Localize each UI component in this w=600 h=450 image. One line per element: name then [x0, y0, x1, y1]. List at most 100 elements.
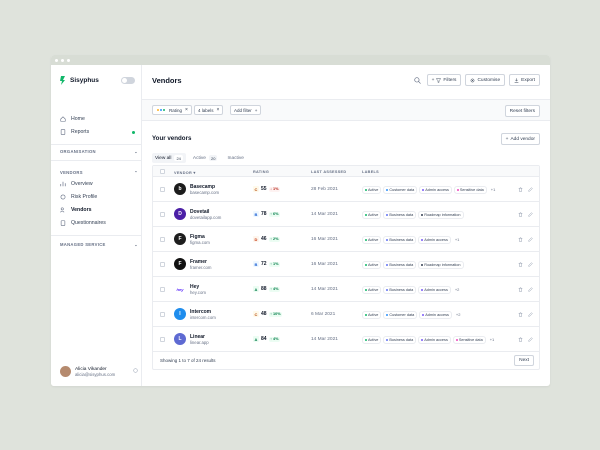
- user-profile[interactable]: Alicia Vikander alicia@sisyphus.com: [60, 366, 138, 377]
- trash-icon[interactable]: [518, 312, 523, 317]
- table-row[interactable]: hey Hey hey.com A 88 ↑ 4% 14 Mar 2021 Active Bus…: [153, 277, 539, 302]
- tab-view-all[interactable]: View all 24: [152, 153, 186, 163]
- row-checkbox[interactable]: [160, 237, 165, 242]
- tab-inactive[interactable]: Inactive: [224, 153, 247, 163]
- tab-active[interactable]: Active 20: [190, 153, 221, 163]
- sidebar-item-risk-profile[interactable]: Risk Profile: [60, 194, 138, 200]
- row-checkbox[interactable]: [160, 337, 165, 342]
- table-row[interactable]: F Framer framer.com B 72 ↑ 1% 16 Mar 2021 Activ…: [153, 252, 539, 277]
- row-checkbox[interactable]: [160, 187, 165, 192]
- filter-chip-rating[interactable]: Rating ×: [152, 105, 192, 115]
- table-row[interactable]: I Intercom intercom.com C 48 ↑ 10% 6 Mar 2021 A…: [153, 302, 539, 327]
- vendor-url: figma.com: [190, 240, 210, 245]
- trash-icon[interactable]: [518, 337, 523, 342]
- table-row[interactable]: L Linear linear.app A 84 ↑ 4% 14 Mar 2021 Activ…: [153, 327, 539, 352]
- row-checkbox[interactable]: [160, 287, 165, 292]
- edit-icon[interactable]: [528, 287, 533, 292]
- chevron-up-icon: ⌃: [134, 170, 138, 175]
- reset-filters-button[interactable]: Reset filters: [504, 105, 540, 117]
- edit-icon[interactable]: [528, 212, 533, 217]
- section-managed-service[interactable]: MANAGED SERVICE ⌄: [60, 242, 138, 247]
- sidebar-item-questionnaires[interactable]: Questionnaires: [60, 220, 138, 226]
- users-icon: [60, 207, 65, 213]
- label-dot: [456, 188, 459, 191]
- window-dot: [55, 58, 58, 62]
- column-last-assessed[interactable]: LAST ASSESSED: [311, 170, 346, 174]
- label-text: Business data: [389, 237, 414, 242]
- label-dot: [386, 263, 389, 266]
- label-text: Admin access: [425, 312, 449, 317]
- customise-button[interactable]: Customise: [465, 74, 506, 86]
- table-row[interactable]: F Figma figma.com D 46 ↑ 2% 16 Mar 2021 Active B…: [153, 227, 539, 252]
- filter-icon: [436, 77, 442, 83]
- vendor-logo: L: [174, 333, 186, 345]
- label-dot: [421, 338, 424, 341]
- label-dot: [421, 213, 424, 216]
- column-vendor[interactable]: VENDOR ▾: [174, 170, 196, 175]
- trend-badge: ↑ 10%: [268, 311, 283, 317]
- sidebar-item-reports[interactable]: Reports: [60, 129, 138, 135]
- label-dot: [386, 238, 389, 241]
- vendor-rating: B 72 ↑ 1%: [253, 261, 281, 267]
- more-labels[interactable]: +2: [455, 287, 460, 292]
- row-checkbox[interactable]: [160, 262, 165, 267]
- chevron-down-icon: ⌄: [134, 149, 138, 154]
- trend-value: 4%: [273, 337, 279, 341]
- plus-icon: +: [254, 107, 258, 113]
- sidebar-item-vendors[interactable]: Vendors: [60, 207, 138, 213]
- label-dot: [365, 213, 367, 216]
- app-logo[interactable]: Sisyphus: [60, 76, 99, 85]
- table-row[interactable]: D Dovetail dovetailapp.com B 78 ↑ 6% 14 Mar 20…: [153, 202, 539, 227]
- label-dot: [365, 238, 367, 241]
- edit-icon[interactable]: [528, 337, 533, 342]
- filter-chip-labels[interactable]: 4 labels ×: [194, 105, 224, 115]
- filters-button[interactable]: + Filters: [426, 74, 462, 86]
- sidebar-item-home[interactable]: Home: [60, 116, 138, 122]
- label-badge: Customer data: [383, 186, 418, 194]
- trash-icon[interactable]: [518, 237, 523, 242]
- trash-icon[interactable]: [518, 212, 523, 217]
- label-badge: Admin access: [419, 186, 452, 194]
- label-text: Business data: [389, 212, 414, 217]
- trash-icon[interactable]: [518, 262, 523, 267]
- vendor-url: dovetailapp.com: [190, 215, 222, 220]
- column-rating[interactable]: RATING: [253, 170, 269, 174]
- trash-icon[interactable]: [518, 287, 523, 292]
- edit-icon[interactable]: [528, 187, 533, 192]
- document-icon: [60, 129, 66, 135]
- vendor-labels: Active Business data Roadmap information: [362, 261, 464, 269]
- row-checkbox[interactable]: [160, 212, 165, 217]
- label-text: Active: [368, 312, 379, 317]
- trash-icon[interactable]: [518, 187, 523, 192]
- more-labels[interactable]: +1: [491, 187, 496, 192]
- trend-badge: ↑ 4%: [268, 286, 281, 292]
- settings-icon[interactable]: [133, 368, 138, 373]
- edit-icon[interactable]: [528, 312, 533, 317]
- table-row[interactable]: b Basecamp basecamp.com C 55 ↓ 1% 28 Feb 2021 A…: [153, 177, 539, 202]
- add-filter-button[interactable]: Add filter +: [230, 105, 262, 115]
- grade-badge: B: [253, 261, 259, 267]
- label-text: Active: [368, 187, 379, 192]
- edit-icon[interactable]: [528, 262, 533, 267]
- section-vendors[interactable]: VENDORS ⌃: [60, 170, 138, 175]
- vendor-labels: Active Business data Admin access +2: [362, 286, 459, 294]
- sidebar-item-label: Overview: [71, 181, 93, 187]
- vendors-table: VENDOR ▾ RATING LAST ASSESSED LABELS b Ba…: [152, 165, 540, 370]
- section-organisation[interactable]: ORGANISATION ⌄: [60, 149, 138, 154]
- sidebar-item-overview[interactable]: Overview: [60, 181, 138, 187]
- more-labels[interactable]: +2: [456, 312, 461, 317]
- vendor-logo: I: [174, 308, 186, 320]
- theme-toggle[interactable]: [121, 77, 135, 84]
- search-icon[interactable]: [413, 76, 421, 84]
- row-checkbox[interactable]: [160, 312, 165, 317]
- more-labels[interactable]: +1: [455, 237, 460, 242]
- select-all-checkbox[interactable]: [160, 169, 165, 174]
- add-vendor-button[interactable]: + Add vendor: [500, 133, 540, 145]
- next-page-button[interactable]: Next: [514, 355, 534, 366]
- export-button[interactable]: Export: [509, 74, 540, 86]
- edit-icon[interactable]: [528, 237, 533, 242]
- column-labels[interactable]: LABELS: [362, 170, 379, 174]
- more-labels[interactable]: +1: [490, 337, 495, 342]
- close-icon[interactable]: ×: [217, 107, 220, 113]
- close-icon[interactable]: ×: [185, 107, 188, 113]
